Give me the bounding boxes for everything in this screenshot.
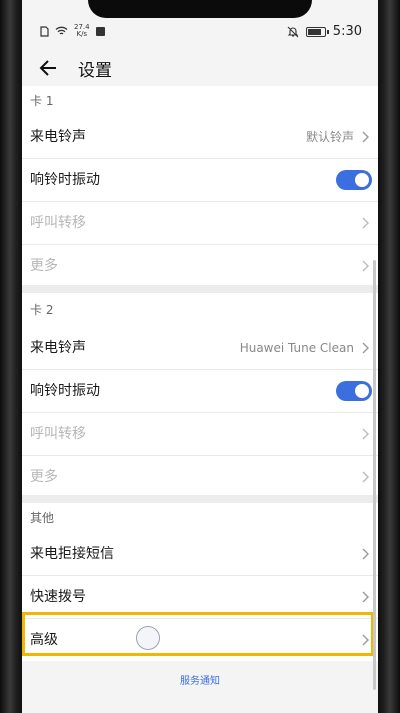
scrollbar[interactable] [373, 260, 376, 690]
speed-dial-row[interactable]: 快速拨号 [22, 576, 378, 619]
card1-label: 卡 1 [22, 86, 378, 116]
row-label: 响铃时振动 [30, 172, 100, 188]
row-label: 来电铃声 [30, 340, 86, 356]
row-label: 高级 [30, 632, 58, 648]
phone-frame-left [0, 0, 22, 713]
chevron-right-icon [362, 131, 369, 143]
tap-indicator [136, 626, 160, 650]
row-label: 来电铃声 [30, 129, 86, 145]
advanced-row[interactable]: 高级 [22, 619, 378, 661]
row-label: 响铃时振动 [30, 383, 100, 399]
status-right: 5:30 [287, 24, 362, 39]
clock: 5:30 [332, 24, 362, 39]
row-label: 快速拨号 [30, 589, 86, 605]
card1-call-forward-row[interactable]: 呼叫转移 [22, 202, 378, 245]
card2-ringtone-row[interactable]: 来电铃声 Huawei Tune Clean [22, 327, 378, 370]
toggle-knob [355, 384, 369, 398]
card2-vibrate-row: 响铃时振动 [22, 370, 378, 413]
chevron-right-icon [362, 342, 369, 354]
network-speed-unit: K/s [76, 30, 88, 38]
phone-frame-right [378, 0, 400, 713]
page-title: 设置 [78, 61, 112, 81]
toggle-knob [355, 173, 369, 187]
row-label: 来电拒接短信 [30, 546, 114, 562]
card1-more-row[interactable]: 更多 [22, 245, 378, 287]
app-header: 设置 [22, 46, 378, 90]
other-label: 其他 [22, 503, 378, 533]
card2-section: 卡 2 来电铃声 Huawei Tune Clean 响铃时振动 呼叫转移 更多 [22, 293, 378, 498]
section-divider [22, 495, 378, 503]
row-label: 更多 [30, 258, 58, 274]
chevron-right-icon [362, 634, 369, 646]
row-label: 呼叫转移 [30, 426, 86, 442]
chevron-right-icon [362, 591, 369, 603]
chevron-right-icon [362, 428, 369, 440]
row-label: 更多 [30, 469, 58, 485]
back-arrow-icon[interactable] [36, 55, 62, 81]
network-speed: 27.4 K/s [74, 24, 90, 38]
card1-ringtone-row[interactable]: 来电铃声 默认铃声 [22, 116, 378, 159]
card2-vibrate-toggle[interactable] [336, 381, 372, 401]
card1-label-text: 卡 1 [30, 94, 54, 108]
card1-vibrate-row: 响铃时振动 [22, 159, 378, 202]
section-divider [22, 285, 378, 293]
phone-screen: 27.4 K/s 5:30 设置 卡 1 来电铃声 默认铃声 响铃时振动 呼叫转… [22, 0, 378, 713]
chevron-right-icon [362, 548, 369, 560]
card2-label: 卡 2 [22, 293, 378, 327]
ringtone-value: 默认铃声 [305, 130, 354, 144]
row-label: 呼叫转移 [30, 215, 86, 231]
camera-notch [88, 0, 312, 18]
chevron-right-icon [362, 471, 369, 483]
card2-call-forward-row[interactable]: 呼叫转移 [22, 413, 378, 456]
status-left: 27.4 K/s [40, 24, 105, 38]
mute-icon [287, 26, 299, 37]
chevron-right-icon [362, 217, 369, 229]
notification-icon [95, 26, 105, 36]
other-section: 其他 来电拒接短信 快速拨号 高级 [22, 503, 378, 661]
battery-icon [305, 26, 329, 37]
card2-label-text: 卡 2 [30, 303, 54, 317]
card2-more-row[interactable]: 更多 [22, 456, 378, 498]
card1-section: 卡 1 来电铃声 默认铃声 响铃时振动 呼叫转移 更多 [22, 86, 378, 287]
card1-vibrate-toggle[interactable] [336, 170, 372, 190]
service-notice-link[interactable]: 服务通知 [22, 672, 378, 687]
wifi-icon [55, 26, 68, 35]
other-label-text: 其他 [30, 511, 55, 525]
sim-icon [40, 25, 49, 37]
ringtone-value: Huawei Tune Clean [239, 341, 354, 355]
reject-sms-row[interactable]: 来电拒接短信 [22, 533, 378, 576]
chevron-right-icon [362, 260, 369, 272]
